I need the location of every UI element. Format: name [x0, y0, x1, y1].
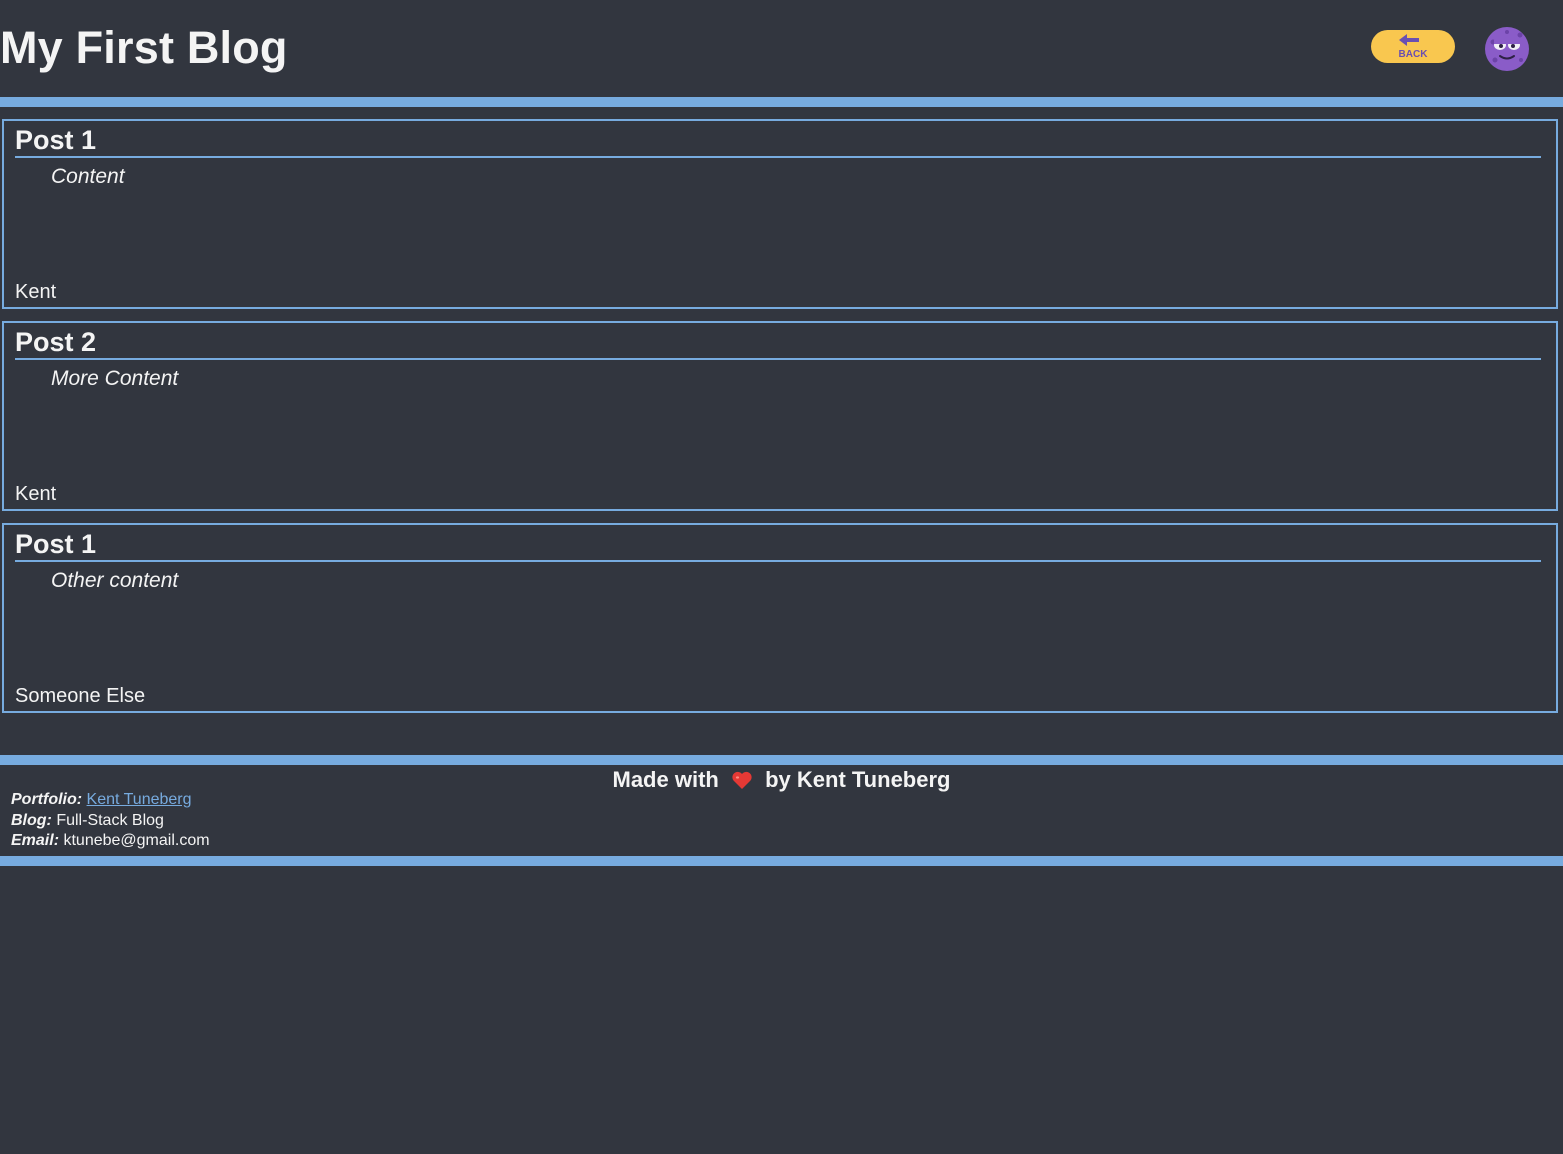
footer-divider-bottom	[0, 856, 1563, 866]
email-line: Email: ktunebe@gmail.com	[11, 831, 210, 852]
post-author: Kent	[15, 483, 57, 505]
post-title[interactable]: Post 1	[15, 528, 1541, 562]
footer-info: Portfolio: Kent Tuneberg Blog: Full-Stac…	[11, 790, 210, 852]
blog-line: Blog: Full-Stack Blog	[11, 811, 210, 832]
post-card[interactable]: Post 2 More Content Kent	[2, 321, 1558, 511]
credit-prefix: Made with	[612, 767, 719, 792]
blog-label: Blog:	[11, 811, 52, 829]
portfolio-line: Portfolio: Kent Tuneberg	[11, 790, 210, 811]
post-author: Kent	[15, 281, 57, 303]
email-value: ktunebe@gmail.com	[63, 832, 210, 849]
avatar[interactable]	[1484, 26, 1530, 72]
header-divider	[0, 97, 1563, 107]
site-header: My First Blog BACK	[0, 0, 1563, 97]
heart-icon	[731, 770, 753, 796]
back-button-label: BACK	[1398, 49, 1428, 60]
post-content: Content	[51, 165, 125, 188]
post-content: Other content	[51, 569, 179, 592]
post-card[interactable]: Post 1 Content Kent	[2, 119, 1558, 309]
post-title[interactable]: Post 1	[15, 124, 1541, 158]
credit-suffix: by Kent Tuneberg	[765, 767, 951, 792]
portfolio-label: Portfolio:	[11, 791, 83, 808]
post-title[interactable]: Post 2	[15, 326, 1541, 360]
post-card[interactable]: Post 1 Other content Someone Else	[2, 523, 1558, 713]
blog-value: Full-Stack Blog	[56, 811, 164, 829]
email-label: Email:	[11, 832, 60, 849]
footer-credit: Made with by Kent Tuneberg	[0, 767, 1563, 796]
post-content: More Content	[51, 367, 179, 390]
post-author: Someone Else	[15, 685, 146, 707]
purple-monster-avatar-icon	[1485, 27, 1529, 71]
back-button[interactable]: BACK	[1371, 30, 1455, 63]
portfolio-link[interactable]: Kent Tuneberg	[87, 791, 192, 808]
site-title: My First Blog	[0, 22, 288, 73]
footer-divider-top	[0, 755, 1563, 765]
